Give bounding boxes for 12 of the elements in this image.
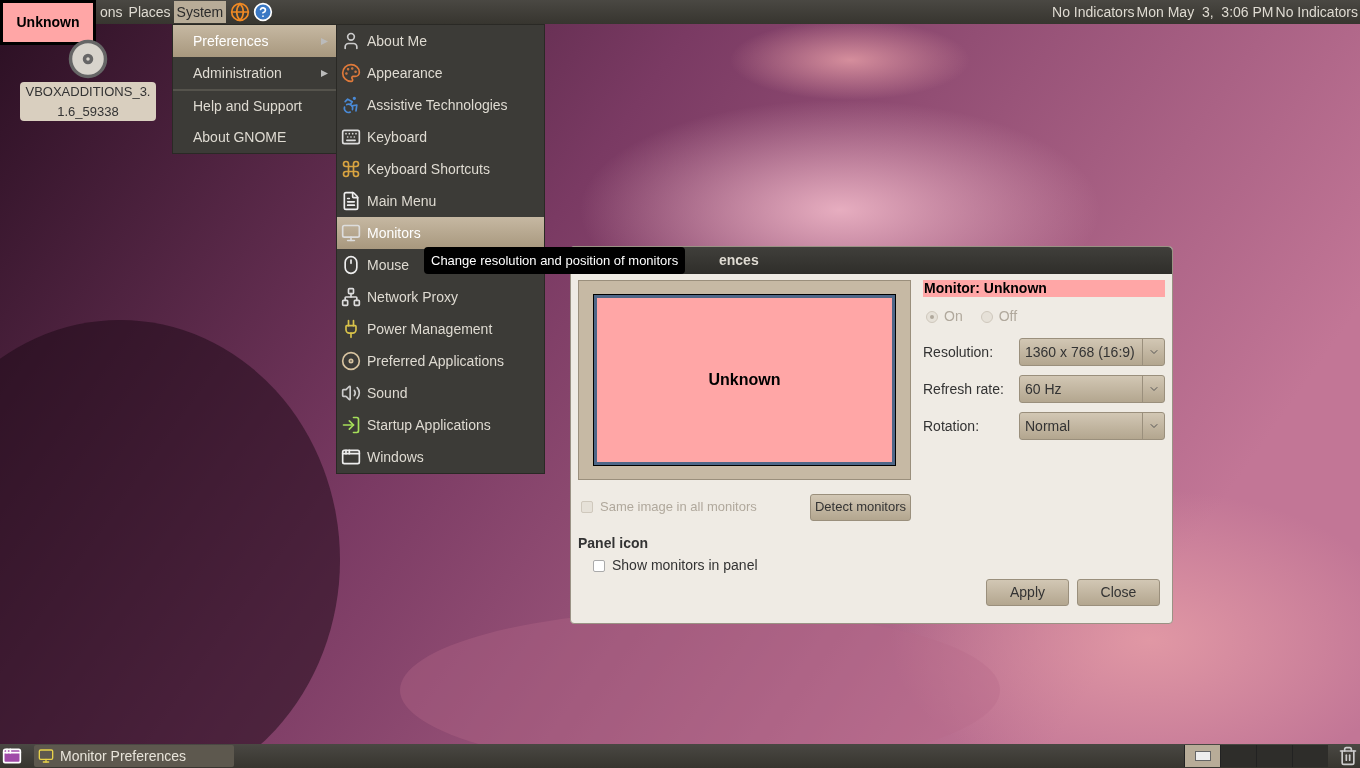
setting-label: Refresh rate: (923, 379, 1005, 399)
overlay-label: Unknown (0, 0, 96, 45)
radio-label: On (944, 307, 963, 326)
checkbox-label: Show monitors in panel (612, 556, 758, 575)
checkbox-label: Same image in all monitors (600, 498, 757, 517)
tooltip: Change resolution and position of monitors (424, 247, 686, 274)
radio-label: Off (998, 307, 1018, 326)
setting-label: Rotation: (923, 416, 981, 436)
window-title: ences (719, 251, 759, 270)
monitor-name: Monitor: Unknown (923, 280, 1165, 297)
section-heading: Panel icon (578, 534, 650, 553)
setting-label: Resolution: (923, 342, 995, 362)
